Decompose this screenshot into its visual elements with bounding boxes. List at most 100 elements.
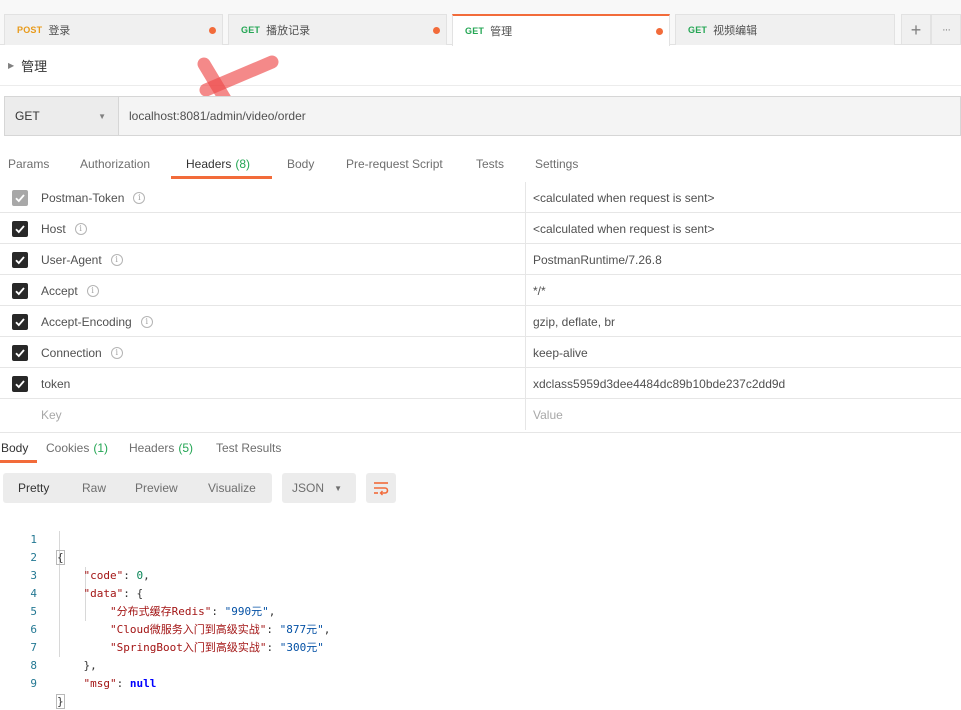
tab-options-button[interactable]: ···	[931, 14, 961, 45]
info-icon[interactable]: i	[110, 253, 123, 266]
tab-authorization[interactable]: Authorization	[80, 148, 150, 179]
preview-button[interactable]: Preview	[135, 473, 178, 503]
table-row: Accept i */*	[0, 275, 961, 306]
info-icon[interactable]: i	[110, 346, 123, 359]
tab-response-body-label: Body	[1, 440, 29, 455]
tab-test-results-label: Test Results	[216, 440, 282, 455]
response-body-viewer[interactable]: 1 { 2 "code": 0, 3 "data": { 4 "分布式缓存Red…	[0, 513, 961, 709]
header-key-cell[interactable]: Accept i	[41, 275, 99, 306]
tab-login[interactable]: POST 登录	[4, 14, 223, 45]
request-title[interactable]: 管理	[21, 56, 47, 75]
header-key-cell[interactable]: Host i	[41, 213, 87, 244]
header-value[interactable]: */*	[533, 275, 546, 306]
code-line: 1 {	[0, 513, 961, 565]
tab-headers-label: Headers	[186, 156, 232, 171]
tab-method-label: GET	[241, 25, 261, 35]
table-row: Host i <calculated when request is sent>	[0, 213, 961, 244]
tab-tests[interactable]: Tests	[476, 148, 504, 179]
wrap-lines-button[interactable]	[366, 473, 396, 503]
header-enabled-checkbox[interactable]	[0, 306, 40, 337]
pretty-button[interactable]: Pretty	[18, 473, 49, 503]
header-key-cell[interactable]: Connection i	[41, 337, 123, 368]
header-key: User-Agent	[41, 252, 102, 267]
header-enabled-checkbox[interactable]	[0, 368, 40, 399]
response-tabs: Body Cookies (1) Headers (5) Test Result…	[0, 432, 961, 463]
method-select[interactable]: GET ▼	[5, 97, 119, 135]
code-line: 9 }	[0, 657, 961, 709]
tab-test-results[interactable]: Test Results	[216, 433, 281, 462]
active-tab-indicator	[171, 176, 272, 179]
tab-headers-count: (8)	[235, 156, 251, 171]
raw-button[interactable]: Raw	[82, 473, 106, 503]
request-config-tabs: Params Authorization Headers (8) Body Pr…	[0, 148, 961, 180]
header-enabled-checkbox[interactable]	[0, 182, 40, 213]
header-key-cell[interactable]: Postman-Token i	[41, 182, 146, 213]
header-enabled-checkbox[interactable]	[0, 337, 40, 368]
new-tab-button[interactable]: +	[901, 14, 931, 45]
tab-response-headers[interactable]: Headers (5)	[129, 433, 193, 462]
header-key-cell[interactable]: Accept-Encoding i	[41, 306, 153, 337]
tab-label: 播放记录	[266, 25, 311, 37]
line-number: 9	[30, 677, 37, 690]
tab-manage[interactable]: GET 管理	[452, 14, 670, 46]
tab-tests-label: Tests	[476, 156, 505, 171]
tab-params[interactable]: Params	[8, 148, 49, 179]
check-icon	[12, 375, 28, 392]
header-value[interactable]: <calculated when request is sent>	[533, 182, 714, 213]
header-enabled-checkbox[interactable]	[0, 275, 40, 306]
table-row: Accept-Encoding i gzip, deflate, br	[0, 306, 961, 337]
header-key-cell[interactable]: token	[41, 368, 70, 399]
tab-label: 管理	[490, 26, 513, 38]
check-icon	[12, 282, 28, 299]
header-value[interactable]: <calculated when request is sent>	[533, 213, 714, 244]
tab-video-edit[interactable]: GET 视频编辑	[675, 14, 895, 45]
tab-play-history[interactable]: GET 播放记录	[228, 14, 447, 45]
code-line: 3 "data": {	[0, 549, 961, 600]
active-tab-indicator	[0, 460, 37, 463]
chevron-down-icon: ▼	[98, 111, 106, 121]
tab-authorization-label: Authorization	[80, 156, 151, 171]
header-value[interactable]: keep-alive	[533, 337, 588, 368]
header-value[interactable]: xdclass5959d3dee4484dc89b10bde237c2dd9d	[533, 368, 785, 399]
visualize-button[interactable]: Visualize	[208, 473, 256, 503]
table-row: token xdclass5959d3dee4484dc89b10bde237c…	[0, 368, 961, 399]
header-enabled-checkbox[interactable]	[0, 244, 40, 275]
info-icon[interactable]: i	[74, 222, 87, 235]
info-icon[interactable]: i	[140, 315, 153, 328]
tab-pre-request-script[interactable]: Pre-request Script	[346, 148, 443, 179]
url-input[interactable]: localhost:8081/admin/video/order	[119, 97, 960, 135]
new-header-key-input[interactable]: Key	[41, 399, 62, 430]
tab-body[interactable]: Body	[287, 148, 314, 179]
header-key: Accept-Encoding	[41, 314, 132, 329]
header-key-cell[interactable]: User-Agent i	[41, 244, 123, 275]
tab-params-label: Params	[8, 156, 50, 171]
tab-response-body[interactable]: Body	[1, 433, 28, 462]
info-icon[interactable]: i	[86, 284, 99, 297]
json-brace: }	[56, 694, 65, 709]
column-divider	[525, 399, 526, 430]
tab-settings[interactable]: Settings	[535, 148, 578, 179]
code-line: 5 "Cloud微服务入门到高级实战": "877元",	[0, 585, 961, 636]
code-line: 2 "code": 0,	[0, 531, 961, 582]
wrap-lines-icon	[374, 482, 389, 496]
tab-headers[interactable]: Headers (8)	[186, 148, 250, 179]
method-select-value: GET	[15, 109, 40, 123]
view-mode-group: Pretty Raw Preview Visualize	[3, 473, 272, 503]
request-tab-strip: POST 登录 GET 播放记录 GET 管理 GET 视频编辑 + ···	[0, 0, 961, 46]
unsaved-dot-icon	[656, 28, 663, 35]
caret-right-icon[interactable]: ▶	[8, 61, 14, 70]
tab-cookies-count: (1)	[93, 440, 109, 455]
header-value[interactable]: PostmanRuntime/7.26.8	[533, 244, 662, 275]
check-icon	[12, 220, 28, 237]
table-row: Connection i keep-alive	[0, 337, 961, 368]
new-header-value-input[interactable]: Value	[533, 399, 563, 430]
more-icon: ···	[942, 23, 951, 36]
header-enabled-checkbox[interactable]	[0, 213, 40, 244]
format-select[interactable]: JSON ▼	[282, 473, 356, 503]
headers-table: Postman-Token i <calculated when request…	[0, 182, 961, 430]
column-divider	[525, 306, 526, 337]
info-icon[interactable]: i	[133, 191, 146, 204]
header-key: token	[41, 376, 71, 391]
header-value[interactable]: gzip, deflate, br	[533, 306, 615, 337]
tab-cookies[interactable]: Cookies (1)	[46, 433, 108, 462]
